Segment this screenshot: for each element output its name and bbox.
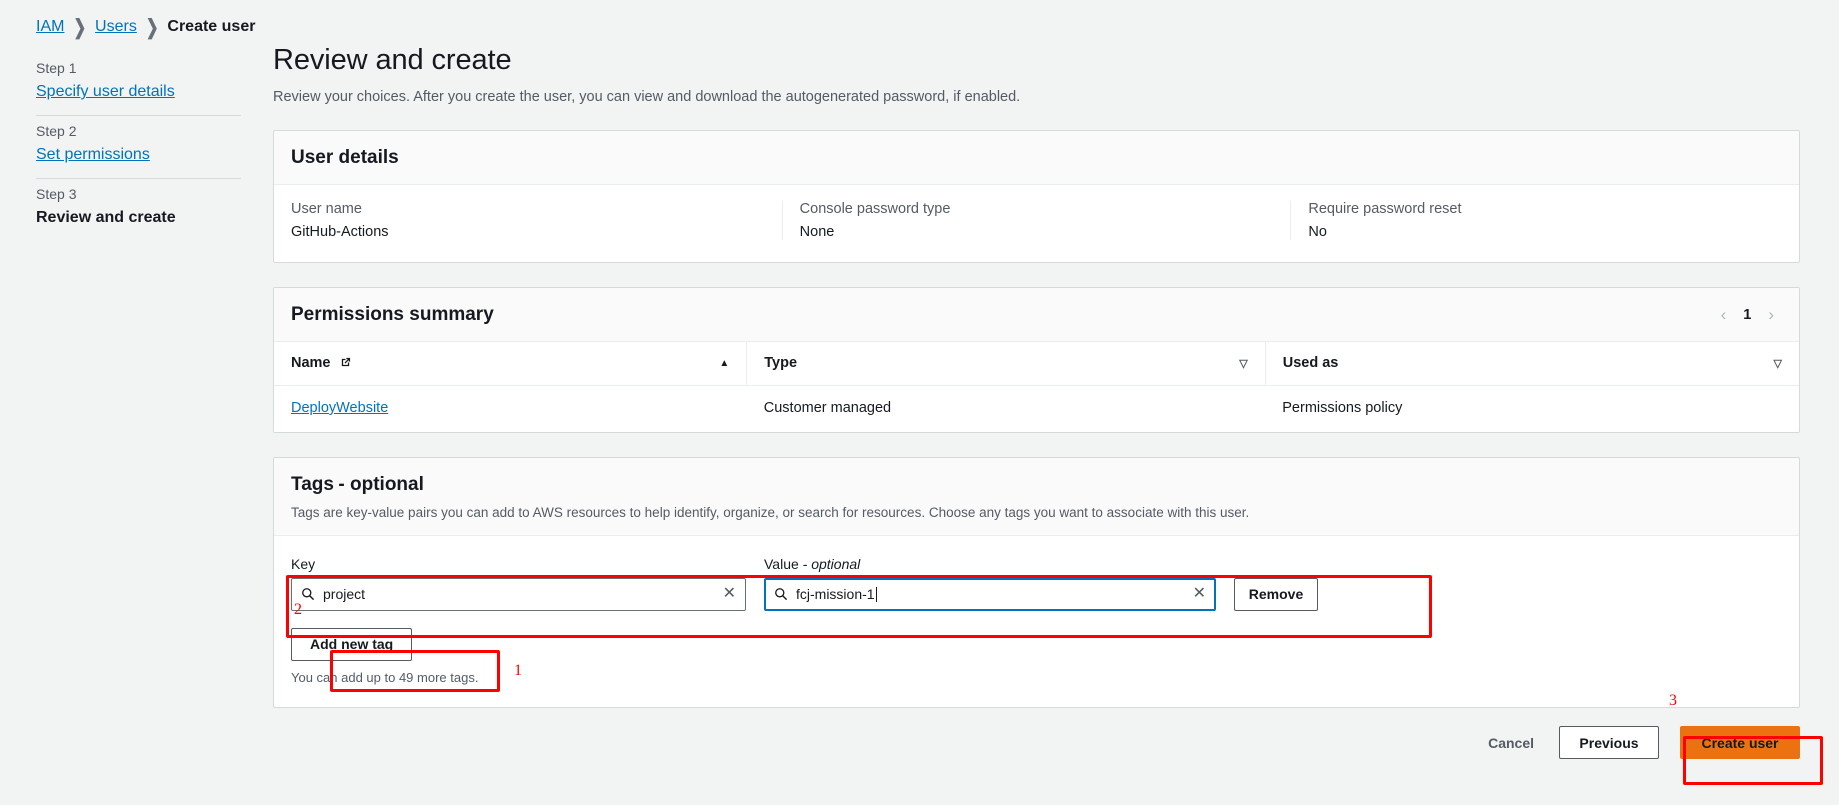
user-details-row: User name GitHub-Actions Console passwor… xyxy=(274,185,1799,262)
column-header-label: Used as xyxy=(1282,355,1339,372)
pagination-next-icon[interactable]: › xyxy=(1764,304,1778,325)
sidebar-step-1: Step 1 Specify user details xyxy=(36,53,241,116)
text-cursor xyxy=(875,587,877,603)
step-2-label: Step 2 xyxy=(36,123,77,139)
pagination-page-1[interactable]: 1 xyxy=(1743,307,1751,323)
policy-link-deploywebsite[interactable]: DeployWebsite xyxy=(291,400,388,416)
breadcrumb-separator-icon: ❯ xyxy=(145,16,159,40)
search-icon xyxy=(774,587,788,601)
annotation-marker-2: 2 xyxy=(294,601,302,618)
detail-label: User name xyxy=(291,200,362,217)
tag-value-label-optional: - optional xyxy=(802,555,861,572)
sidebar-step-2: Step 2 Set permissions xyxy=(36,116,241,179)
page-title: Review and create xyxy=(273,44,512,76)
cell-type: Customer managed xyxy=(763,399,892,416)
permissions-summary-title: Permissions summary xyxy=(291,303,494,325)
detail-label: Console password type xyxy=(799,200,951,217)
remove-tag-button[interactable]: Remove xyxy=(1234,577,1318,611)
wizard-steps-sidebar: Step 1 Specify user details Step 2 Set p… xyxy=(36,53,241,227)
user-details-card: User details User name GitHub-Actions Co… xyxy=(273,129,1800,263)
tag-row: Key project ✕ Value - optional fcj-missi… xyxy=(291,556,1782,611)
step-1-label: Step 1 xyxy=(36,60,77,76)
clear-value-icon[interactable]: ✕ xyxy=(1187,586,1206,602)
column-header-label: Type xyxy=(764,355,798,372)
table-header-row: Name ▲ Type ▽ Used as ▽ xyxy=(274,341,1799,386)
step-3-label: Step 3 xyxy=(36,186,77,202)
cell-used-as: Permissions policy xyxy=(1282,399,1403,416)
tag-value-label-text: Value xyxy=(764,555,799,572)
detail-value: No xyxy=(1308,223,1327,240)
detail-value: None xyxy=(799,223,835,240)
wizard-footer: Cancel Previous Create user xyxy=(1484,726,1800,759)
add-new-tag-button[interactable]: Add new tag xyxy=(291,627,413,661)
sidebar-item-review-and-create: Review and create xyxy=(36,209,176,226)
tag-value-input[interactable]: fcj-mission-1 ✕ xyxy=(764,577,1216,611)
column-header-label: Name xyxy=(291,354,331,371)
permissions-summary-header: Permissions summary ‹ 1 › xyxy=(274,287,1799,342)
tag-key-field: Key project ✕ xyxy=(291,556,746,611)
breadcrumb-item-users[interactable]: Users xyxy=(95,18,137,36)
user-details-header: User details xyxy=(274,130,1799,185)
tags-card: Tags - optional Tags are key-value pairs… xyxy=(273,456,1800,708)
tags-description: Tags are key-value pairs you can add to … xyxy=(291,504,1250,520)
tags-title: Tags xyxy=(291,473,334,495)
external-link-icon xyxy=(340,356,351,372)
sidebar-item-specify-user-details[interactable]: Specify user details xyxy=(36,83,175,101)
column-header-used-as[interactable]: Used as ▽ xyxy=(1264,341,1799,386)
create-user-button[interactable]: Create user xyxy=(1680,726,1800,759)
previous-button[interactable]: Previous xyxy=(1559,726,1659,759)
tag-key-value: project xyxy=(323,586,366,603)
detail-require-password-reset: Require password reset No xyxy=(1290,200,1799,240)
sort-icon[interactable]: ▽ xyxy=(1239,357,1247,370)
tag-key-label: Key xyxy=(291,555,316,572)
cancel-button[interactable]: Cancel xyxy=(1484,735,1538,751)
permissions-summary-card: Permissions summary ‹ 1 › Name ▲ Type ▽ … xyxy=(273,286,1800,433)
breadcrumb-item-iam[interactable]: IAM xyxy=(36,18,64,36)
tag-value-label: Value - optional xyxy=(764,556,1216,572)
column-header-type[interactable]: Type ▽ xyxy=(746,341,1266,386)
column-header-name[interactable]: Name ▲ xyxy=(274,341,747,386)
pagination-prev-icon[interactable]: ‹ xyxy=(1717,304,1731,325)
sidebar-item-set-permissions[interactable]: Set permissions xyxy=(36,146,150,164)
tag-value-field: Value - optional fcj-mission-1 ✕ xyxy=(764,556,1216,611)
annotation-marker-1: 1 xyxy=(514,662,522,679)
tags-body: Key project ✕ Value - optional fcj-missi… xyxy=(274,536,1799,707)
sort-icon[interactable]: ▽ xyxy=(1774,357,1782,370)
sidebar-step-3: Step 3 Review and create xyxy=(36,179,241,227)
breadcrumb: IAM ❯ Users ❯ Create user xyxy=(36,16,256,40)
user-details-title: User details xyxy=(291,146,399,168)
clear-key-icon[interactable]: ✕ xyxy=(717,586,736,602)
tags-header: Tags - optional Tags are key-value pairs… xyxy=(274,457,1799,536)
detail-label: Require password reset xyxy=(1308,200,1462,217)
detail-value: GitHub-Actions xyxy=(291,223,389,240)
tag-value-value: fcj-mission-1 xyxy=(796,586,875,603)
cell-name: DeployWebsite xyxy=(274,385,747,432)
add-tag-area: Add new tag xyxy=(291,627,1782,661)
detail-console-password-type: Console password type None xyxy=(781,200,1291,240)
main-content: Review and create Review your choices. A… xyxy=(273,44,1800,732)
breadcrumb-item-create-user: Create user xyxy=(167,18,256,35)
table-pagination: ‹ 1 › xyxy=(1717,304,1782,325)
tag-value-text: fcj-mission-1 xyxy=(796,586,1187,603)
search-icon xyxy=(301,587,315,601)
tags-title-optional: - optional xyxy=(338,473,424,495)
permissions-table: Name ▲ Type ▽ Used as ▽ DeployWebsite Cu… xyxy=(274,341,1799,432)
page-subtitle: Review your choices. After you create th… xyxy=(273,88,1021,105)
sort-ascending-icon[interactable]: ▲ xyxy=(719,358,729,369)
breadcrumb-separator-icon: ❯ xyxy=(73,16,87,40)
tag-key-input[interactable]: project ✕ xyxy=(291,577,746,611)
detail-user-name: User name GitHub-Actions xyxy=(274,201,782,240)
create-user-review-page: IAM ❯ Users ❯ Create user Step 1 Specify… xyxy=(0,0,1839,805)
table-row: DeployWebsite Customer managed Permissio… xyxy=(274,385,1799,432)
annotation-marker-3: 3 xyxy=(1669,692,1677,709)
